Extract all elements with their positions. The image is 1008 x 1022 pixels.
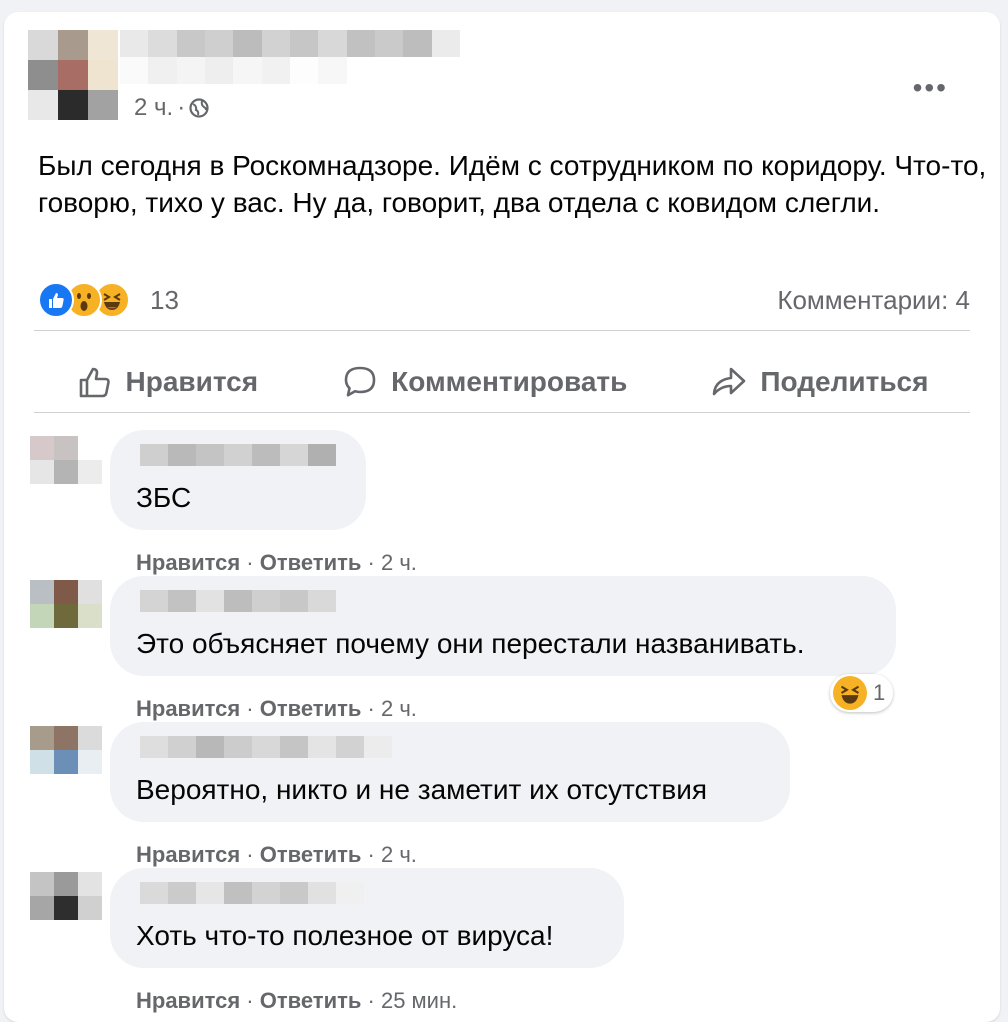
comment-reaction-count: 1 (873, 680, 886, 705)
comment-reply-link[interactable]: Ответить (260, 696, 362, 721)
comment-like-link[interactable]: Нравится (136, 550, 240, 575)
comment-like-link[interactable]: Нравится (136, 696, 240, 721)
comment-text: ЗБС (136, 482, 192, 513)
avatar[interactable] (30, 726, 102, 798)
author-name[interactable] (120, 30, 460, 84)
reaction-summary[interactable]: 13 (38, 282, 179, 318)
avatar[interactable] (30, 580, 102, 652)
post-time[interactable]: 2 ч. (134, 94, 173, 122)
like-button-label: Нравится (125, 366, 259, 397)
comment-text: Это объясняет почему они перестали назва… (136, 628, 805, 659)
comment-meta: Нравится · Ответить · 2 ч. (136, 842, 417, 867)
comment-meta: Нравится · Ответить · 2 ч. (136, 696, 417, 721)
thumbs-up-icon (79, 367, 110, 398)
comment-meta: Нравится · Ответить · 2 ч. (136, 550, 417, 575)
comment-bubble: Вероятно, никто и не заметит их отсутств… (110, 722, 790, 822)
comment-time[interactable]: 2 ч. (381, 696, 417, 721)
comment-bubble: Хоть что-то полезное от вируса! (110, 868, 624, 968)
divider-bottom (34, 412, 970, 413)
comment-bubble: ЗБС (110, 430, 366, 530)
comment-reaction-badge[interactable]: 1 (830, 674, 894, 712)
comments-count-link[interactable]: Комментарии: 4 (777, 285, 970, 316)
like-button[interactable]: Нравится (76, 363, 259, 401)
meta-separator: · (177, 94, 186, 121)
comment-like-link[interactable]: Нравится (136, 842, 240, 867)
more-options-icon[interactable]: ••• (913, 72, 948, 104)
comment-time[interactable]: 25 мин. (381, 988, 457, 1013)
reaction-count: 13 (150, 284, 179, 315)
commenter-name[interactable] (140, 736, 400, 758)
author-avatar[interactable] (28, 30, 118, 120)
globe-icon (189, 98, 209, 118)
comment-time[interactable]: 2 ч. (381, 550, 417, 575)
like-reaction-icon (38, 282, 74, 318)
comment-button[interactable]: Комментировать (341, 363, 627, 401)
comment-button-label: Комментировать (391, 366, 628, 397)
post-card: 2 ч. · ••• Был сегодня в Роскомнадзоре. … (4, 12, 1000, 1022)
avatar[interactable] (30, 872, 102, 944)
comment-bubble: Это объясняет почему они перестали назва… (110, 576, 896, 676)
commenter-name[interactable] (140, 882, 370, 904)
share-button[interactable]: Поделиться (710, 363, 928, 401)
comment-time[interactable]: 2 ч. (381, 842, 417, 867)
post-text: Был сегодня в Роскомнадзоре. Идём с сотр… (38, 150, 987, 218)
comment-reply-link[interactable]: Ответить (260, 842, 362, 867)
post-meta: 2 ч. · (134, 94, 209, 122)
comment-reply-link[interactable]: Ответить (260, 550, 362, 575)
divider-top (34, 330, 970, 331)
avatar[interactable] (30, 436, 102, 508)
post-actions: Нравится Комментировать Поделиться (34, 342, 970, 422)
share-button-label: Поделиться (760, 366, 929, 397)
comment-like-link[interactable]: Нравится (136, 988, 240, 1013)
comment-text: Вероятно, никто и не заметит их отсутств… (136, 774, 708, 805)
haha-reaction-icon (833, 676, 867, 710)
comment-text: Хоть что-то полезное от вируса! (136, 920, 554, 951)
commenter-name[interactable] (140, 444, 340, 466)
share-arrow-icon (713, 367, 746, 396)
comment-meta: Нравится · Ответить · 25 мин. (136, 988, 458, 1013)
comment-reply-link[interactable]: Ответить (260, 988, 362, 1013)
comment-bubble-icon (344, 366, 376, 397)
commenter-name[interactable] (140, 590, 340, 612)
